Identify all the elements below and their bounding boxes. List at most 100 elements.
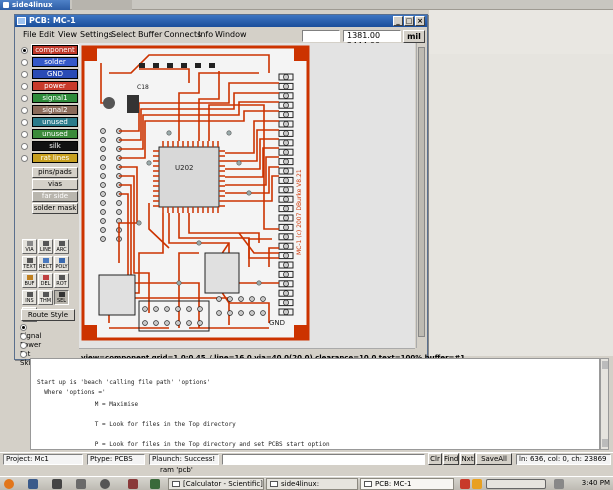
layer-row-power[interactable]: power <box>20 81 78 92</box>
board-vertical-scrollbar[interactable] <box>416 43 426 348</box>
volume-icon[interactable] <box>554 479 564 489</box>
search-input[interactable] <box>222 454 425 465</box>
layer-radio[interactable] <box>21 47 28 54</box>
menu-settings[interactable]: Settings <box>80 30 113 39</box>
taskbar-item-side4linux[interactable]: side4linux: <box>266 478 358 490</box>
camera-icon[interactable] <box>100 479 110 489</box>
menu-window[interactable]: Window <box>215 30 247 39</box>
output-log[interactable]: Start up is 'beach 'calling file path' '… <box>30 358 600 450</box>
tool-ins[interactable]: INS <box>22 290 37 305</box>
tool-sel[interactable]: SEL <box>54 290 69 305</box>
desktop-icon[interactable] <box>28 479 38 489</box>
header-pad <box>175 306 181 312</box>
log-scrollbar[interactable] <box>600 358 609 450</box>
layer-row-rat-lines[interactable]: rat lines <box>20 153 78 164</box>
corner-pad <box>294 47 308 61</box>
tray-alert-icon[interactable] <box>460 479 470 489</box>
pcb-board-drawing[interactable]: U202 C18 GND MC-1 (c) 2007 DBurke V8.21 <box>79 43 415 348</box>
log-line: T = Look for files in the Top directory <box>37 421 236 428</box>
layer-radio[interactable] <box>21 131 28 138</box>
layer-radio[interactable] <box>21 59 28 66</box>
connector-pad <box>283 205 289 212</box>
connector-pad <box>283 177 289 184</box>
layer-radio[interactable] <box>21 143 28 150</box>
minimize-button[interactable]: _ <box>393 16 403 26</box>
layer-row-unused[interactable]: unused <box>20 129 78 140</box>
tool-del[interactable]: DEL <box>38 273 53 288</box>
layer-row-signal2[interactable]: signal2 <box>20 105 78 116</box>
menu-select[interactable]: Select <box>111 30 136 39</box>
menu-connects[interactable]: Connects <box>164 30 201 39</box>
tool-buf[interactable]: BUF <box>22 273 37 288</box>
layer-row-signal1[interactable]: signal1 <box>20 93 78 104</box>
tool-poly[interactable]: POLY <box>54 256 69 271</box>
connector-pad <box>283 168 289 174</box>
layer-toggle-pins-pads[interactable]: pins/pads <box>32 167 78 178</box>
tool-thm[interactable]: THM <box>38 290 53 305</box>
route-style-radio[interactable] <box>20 324 27 331</box>
layer-button[interactable]: signal2 <box>32 105 78 115</box>
layer-row-component[interactable]: component <box>20 44 79 56</box>
layer-radio[interactable] <box>21 155 28 162</box>
tool-line[interactable]: LINE <box>38 239 53 254</box>
tray-app-icon[interactable] <box>472 479 482 489</box>
clear-button[interactable]: Clr <box>428 453 442 465</box>
layer-button[interactable]: GND <box>32 69 78 79</box>
calculator-icon[interactable] <box>150 479 160 489</box>
tool-arc[interactable]: ARC <box>54 239 69 254</box>
next-button[interactable]: Nxt <box>460 453 475 465</box>
tool-via[interactable]: VIA <box>22 239 37 254</box>
layer-button[interactable]: power <box>32 81 78 91</box>
tool-icon[interactable] <box>128 479 138 489</box>
layer-radio[interactable] <box>21 95 28 102</box>
route-style-button[interactable]: Route Style <box>21 309 75 321</box>
route-style-radio[interactable] <box>20 351 27 358</box>
route-style-radio[interactable] <box>20 333 27 340</box>
layer-toggle-far-side[interactable]: far side <box>32 191 78 202</box>
layer-button[interactable]: unused <box>32 117 78 127</box>
start-menu-icon[interactable] <box>4 479 14 489</box>
layer-radio[interactable] <box>21 119 28 126</box>
taskbar-item-calculator[interactable]: [Calculator - Scientific] <box>168 478 264 490</box>
tool-rot[interactable]: ROT <box>54 273 69 288</box>
tool-rect[interactable]: RECT <box>38 256 53 271</box>
layer-row-solder[interactable]: solder <box>20 57 78 68</box>
layer-button[interactable]: silk <box>32 141 78 151</box>
layer-button[interactable]: rat lines <box>32 153 78 163</box>
route-style-radio[interactable] <box>20 342 27 349</box>
menu-edit[interactable]: Edit <box>39 30 55 39</box>
terminal-icon[interactable] <box>52 479 62 489</box>
layer-button[interactable]: unused <box>32 129 78 139</box>
workspace-tab[interactable]: side4linux <box>0 0 70 10</box>
close-button[interactable]: × <box>415 16 425 26</box>
tool-text[interactable]: TEXT <box>22 256 37 271</box>
layer-button[interactable]: signal1 <box>32 93 78 103</box>
layer-row-silk[interactable]: silk <box>20 141 78 152</box>
layer-radio[interactable] <box>21 107 28 114</box>
menu-view[interactable]: View <box>58 30 77 39</box>
folder-icon[interactable] <box>76 479 86 489</box>
layer-radio[interactable] <box>21 71 28 78</box>
layer-button[interactable]: solder <box>32 57 78 67</box>
layer-radio[interactable] <box>21 83 28 90</box>
layer-toggle-solder-mask[interactable]: solder mask <box>32 203 78 214</box>
layer-button[interactable]: component <box>31 44 79 56</box>
workspace-switcher[interactable] <box>486 479 546 489</box>
maximize-button[interactable]: □ <box>404 16 414 26</box>
board-canvas[interactable]: U202 C18 GND MC-1 (c) 2007 DBurke V8.21 <box>79 43 415 348</box>
layer-toggle-vias[interactable]: vias <box>32 179 78 190</box>
save-all-button[interactable]: SaveAll -1 <box>476 453 512 473</box>
pcb-window-titlebar[interactable]: PCB: MC-1 _ □ × <box>15 15 427 27</box>
pcb-window: PCB: MC-1 _ □ × File Edit View Settings … <box>14 14 465 367</box>
taskbar-item-pcb[interactable]: PCB: MC-1 <box>360 478 454 490</box>
layer-row-GND[interactable]: GND <box>20 69 78 80</box>
pad <box>238 296 244 302</box>
workspace-tab-inactive[interactable] <box>72 0 132 10</box>
left-pad <box>100 191 106 197</box>
unit-toggle-button[interactable]: mil <box>403 30 425 43</box>
layer-row-unused[interactable]: unused <box>20 117 78 128</box>
find-button[interactable]: Find <box>443 453 459 465</box>
menu-file[interactable]: File <box>23 30 36 39</box>
menu-info[interactable]: Info <box>198 30 213 39</box>
menu-buffer[interactable]: Buffer <box>138 30 162 39</box>
